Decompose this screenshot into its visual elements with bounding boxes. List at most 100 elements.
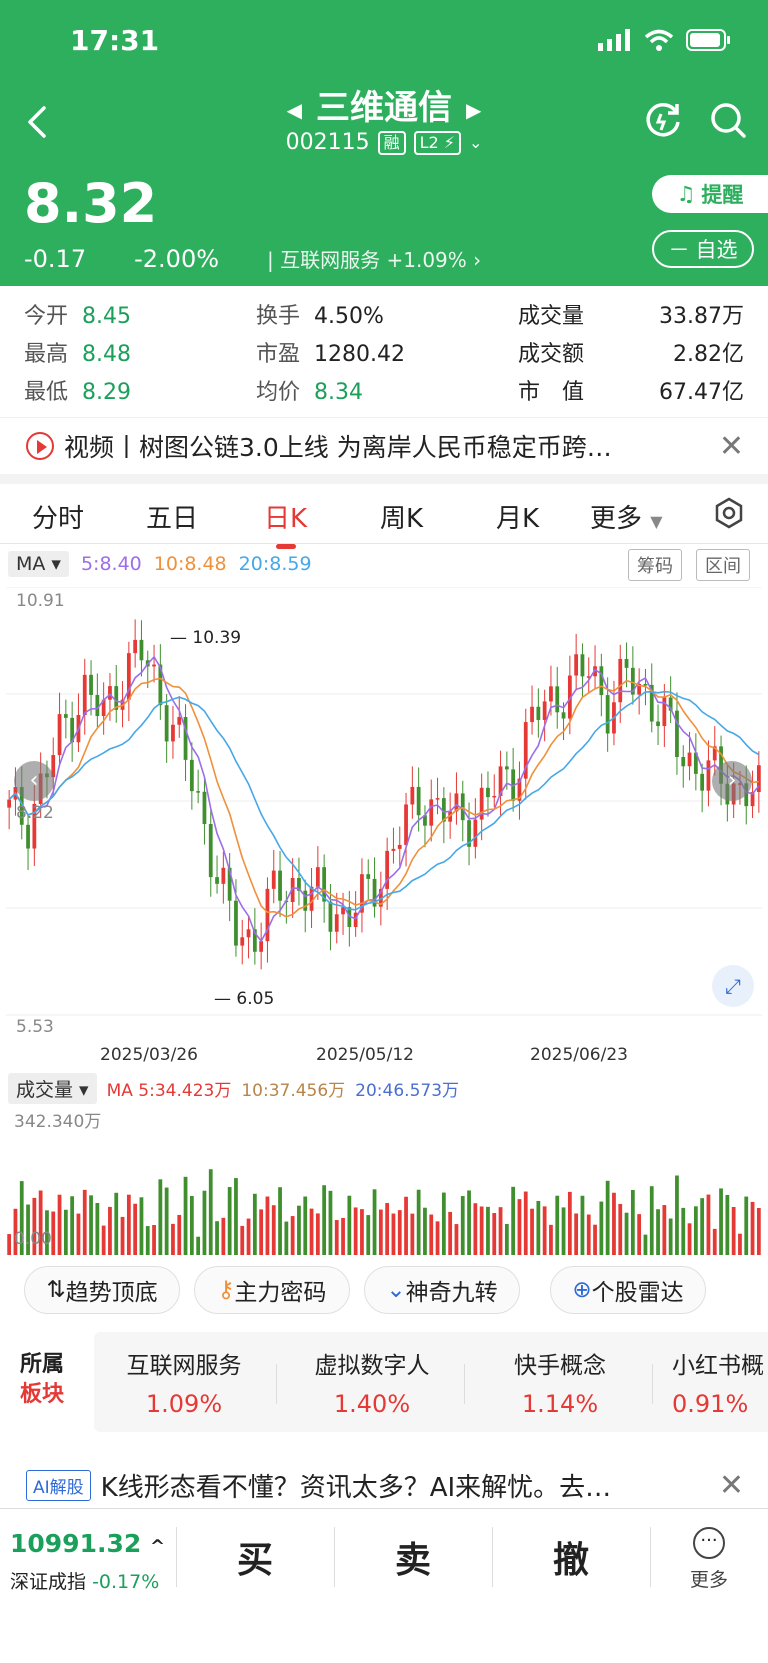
volume-bar (700, 1198, 705, 1255)
volume-selector[interactable]: 成交量 ▾ (8, 1073, 97, 1104)
news-banner[interactable]: 视频丨树图公链3.0上线 为离岸人民币稳定币跨… ✕ (0, 418, 768, 484)
volume-bar (309, 1208, 314, 1255)
volume-bar (353, 1207, 358, 1255)
ma-selector[interactable]: MA ▾ (8, 551, 69, 577)
tab-monthly-k[interactable]: 月K (496, 498, 539, 535)
buy-button[interactable]: 买 (180, 1531, 330, 1583)
volume-bar (542, 1206, 547, 1255)
ai-banner[interactable]: AI解股 K线形态看不懂？资讯太多？AI来解忧。去… ✕ (0, 1460, 768, 1510)
tab-five-day[interactable]: 五日 (146, 498, 198, 535)
more-button[interactable]: ··· 更多 (654, 1527, 764, 1592)
sector-item[interactable]: 小红书概 0.91% (654, 1346, 768, 1418)
ma5-line (8, 655, 760, 943)
kline-plot[interactable] (6, 587, 762, 1017)
kline-chart-area[interactable]: MA ▾ 5:8.40 10:8.48 20:8.59 筹码 区间 10.91 … (0, 545, 768, 1255)
l2-tag[interactable]: L2 ⚡ (413, 130, 461, 155)
sell-button[interactable]: 卖 (338, 1531, 488, 1583)
period-tabs: 分时 五日 日K 周K 月K 更多 ▼ (0, 484, 768, 549)
divider (176, 1527, 177, 1587)
remind-button[interactable]: ♫ 提醒 (652, 175, 768, 213)
quote-pe: 市盈 1280.42 (256, 336, 405, 368)
price-change-pct: -2.00% (134, 244, 220, 273)
date-label: 2025/03/26 (100, 1045, 198, 1065)
volume-bar (164, 1187, 169, 1255)
sector-link[interactable]: | 互联网服务 +1.09% › (267, 244, 481, 273)
trade-bar: 10991.32 ^ 深证成指 -0.17% 买 卖 撤 ··· 更多 (0, 1508, 768, 1663)
trend-top-bottom-button[interactable]: ⇅ 趋势顶底 (24, 1266, 180, 1314)
date-label: 2025/06/23 (530, 1045, 628, 1065)
volume-bar (681, 1207, 686, 1255)
chart-prev-icon[interactable]: ‹ (14, 761, 54, 801)
close-icon[interactable]: ✕ (719, 1468, 744, 1503)
divider (652, 1364, 653, 1404)
candle-body (95, 694, 100, 717)
volume-bar (498, 1207, 503, 1255)
sector-item[interactable]: 互联网服务 1.09% (94, 1346, 274, 1418)
volume-bar (637, 1214, 642, 1255)
candle-body (473, 819, 478, 847)
cancel-order-button[interactable]: 撤 (496, 1531, 646, 1583)
volume-bar (731, 1207, 736, 1255)
quote-label: 市盈 (256, 342, 301, 367)
candle-body (259, 941, 264, 952)
volume-bar (152, 1225, 156, 1255)
volume-bar (738, 1233, 742, 1255)
volume-bar (101, 1225, 106, 1255)
tab-more[interactable]: 更多 ▼ (590, 498, 663, 535)
chevron-down-icon[interactable]: ⌄ (469, 133, 482, 152)
range-button[interactable]: 区间 (696, 549, 750, 581)
tab-daily-k[interactable]: 日K (264, 498, 307, 549)
candle-body (334, 914, 339, 932)
stock-header: 17:31 ◀ 三维通信 ▶ 002115 融 L2 ⚡ ⌄ 8.32 -0.17 … (0, 0, 768, 286)
close-icon[interactable]: ✕ (719, 429, 744, 464)
index-value[interactable]: 10991.32 ^ (10, 1529, 165, 1558)
candle-body (171, 724, 175, 742)
volume-bar (668, 1218, 673, 1255)
prev-stock-icon[interactable]: ◀ (287, 98, 302, 122)
refresh-icon[interactable] (644, 100, 684, 140)
volume-bar (561, 1207, 566, 1255)
sector-item[interactable]: 虚拟数字人 1.40% (282, 1346, 462, 1418)
main-force-button[interactable]: ⚷ 主力密码 (194, 1266, 350, 1314)
volume-bar (649, 1186, 654, 1255)
status-icons (598, 28, 732, 52)
stock-radar-button[interactable]: ⊕ 个股雷达 (550, 1266, 706, 1314)
volume-bar (744, 1196, 749, 1255)
volume-bar (183, 1176, 188, 1255)
candle-body (404, 804, 408, 845)
volume-bar (133, 1203, 138, 1255)
candle-body (555, 686, 560, 713)
chips-button[interactable]: 筹码 (628, 549, 682, 581)
sector-title-line1: 所属 (20, 1352, 65, 1377)
index-pct: -0.17% (92, 1571, 160, 1593)
divider (464, 1364, 465, 1404)
search-icon[interactable] (708, 100, 748, 140)
sector-item[interactable]: 快手概念 1.14% (470, 1346, 650, 1418)
next-stock-icon[interactable]: ▶ (466, 98, 481, 122)
tab-intraday[interactable]: 分时 (32, 498, 84, 535)
sector-item-name: 小红书概 (672, 1353, 764, 1379)
volume-plot[interactable] (6, 1105, 762, 1255)
chart-next-icon[interactable]: › (712, 761, 752, 801)
volume-bar (51, 1211, 56, 1255)
candle-body (328, 901, 333, 932)
quote-value: 1280.42 (314, 342, 405, 367)
settings-icon[interactable] (712, 496, 746, 530)
volume-bar (675, 1175, 679, 1255)
bell-icon: ♫ (676, 182, 696, 206)
volume-bar (536, 1200, 541, 1255)
candle-body (221, 867, 226, 884)
volume-bar (297, 1205, 301, 1255)
volume-bar (372, 1189, 377, 1255)
candle-body (240, 937, 245, 946)
add-favorite-button[interactable]: －自选 (652, 230, 754, 268)
sector-item-name: 快手概念 (514, 1353, 606, 1379)
tab-weekly-k[interactable]: 周K (380, 498, 423, 535)
signal-icon (598, 29, 630, 51)
volume-bar (234, 1178, 238, 1255)
magic-nine-button[interactable]: ⌄ 神奇九转 (364, 1266, 520, 1314)
volume-bar (687, 1223, 692, 1255)
fullscreen-icon[interactable]: ⤢ (712, 965, 754, 1007)
candle-body (687, 752, 692, 767)
quote-avg: 均价 8.34 (256, 374, 363, 406)
